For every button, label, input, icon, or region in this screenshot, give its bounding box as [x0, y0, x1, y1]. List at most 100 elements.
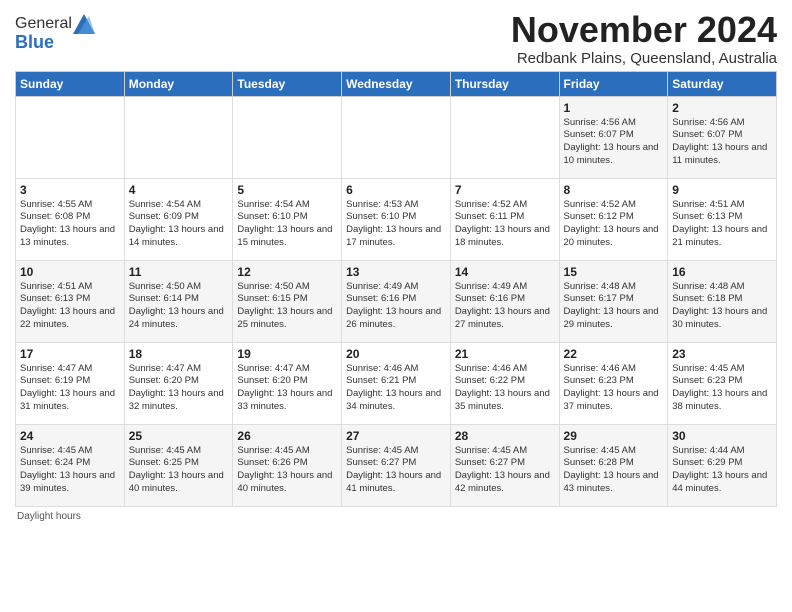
day-cell: 9 Sunrise: 4:51 AM Sunset: 6:13 PM Daylig… [668, 178, 777, 260]
day-cell: 26 Sunrise: 4:45 AM Sunset: 6:26 PM Dayli… [233, 424, 342, 506]
day-number: 6 [346, 183, 446, 197]
day-info: Sunrise: 4:51 AM Sunset: 6:13 PM Dayligh… [672, 199, 772, 250]
day-number: 11 [129, 265, 229, 279]
col-header-sunday: Sunday [16, 71, 125, 96]
col-header-friday: Friday [559, 71, 668, 96]
day-cell: 13 Sunrise: 4:49 AM Sunset: 6:16 PM Dayli… [342, 260, 451, 342]
day-cell [16, 96, 125, 178]
day-cell: 1 Sunrise: 4:56 AM Sunset: 6:07 PM Daylig… [559, 96, 668, 178]
day-cell: 12 Sunrise: 4:50 AM Sunset: 6:15 PM Dayli… [233, 260, 342, 342]
day-cell: 8Sunrise: 4:52 AM Sunset: 6:12 PM Daylig… [559, 178, 668, 260]
day-number: 30 [672, 429, 772, 443]
day-number: 20 [346, 347, 446, 361]
day-cell [342, 96, 451, 178]
day-cell: 30Sunrise: 4:44 AM Sunset: 6:29 PM Dayli… [668, 424, 777, 506]
week-row-5: 24 Sunrise: 4:45 AM Sunset: 6:24 PM Dayli… [16, 424, 777, 506]
day-info: Sunrise: 4:51 AM Sunset: 6:13 PM Dayligh… [20, 281, 120, 332]
day-info: Sunrise: 4:45 AM Sunset: 6:23 PM Dayligh… [672, 363, 772, 414]
page-container: General Blue November 2024 Redbank Plain… [0, 0, 792, 532]
logo-general-text: General [15, 15, 72, 33]
day-info: Sunrise: 4:56 AM Sunset: 6:07 PM Dayligh… [564, 117, 664, 168]
col-header-wednesday: Wednesday [342, 71, 451, 96]
day-number: 16 [672, 265, 772, 279]
day-number: 15 [564, 265, 664, 279]
day-number: 1 [564, 101, 664, 115]
header-row: SundayMondayTuesdayWednesdayThursdayFrid… [16, 71, 777, 96]
day-number: 3 [20, 183, 120, 197]
calendar-table: SundayMondayTuesdayWednesdayThursdayFrid… [15, 71, 777, 507]
day-number: 9 [672, 183, 772, 197]
day-number: 10 [20, 265, 120, 279]
logo-icon [73, 14, 95, 34]
day-cell: 5 Sunrise: 4:54 AM Sunset: 6:10 PM Daylig… [233, 178, 342, 260]
day-cell: 16 Sunrise: 4:48 AM Sunset: 6:18 PM Dayli… [668, 260, 777, 342]
day-info: Sunrise: 4:45 AM Sunset: 6:27 PM Dayligh… [455, 445, 555, 496]
day-cell: 4Sunrise: 4:54 AM Sunset: 6:09 PM Daylig… [124, 178, 233, 260]
day-cell: 3 Sunrise: 4:55 AM Sunset: 6:08 PM Daylig… [16, 178, 125, 260]
day-info: Sunrise: 4:47 AM Sunset: 6:20 PM Dayligh… [129, 363, 229, 414]
week-row-1: 1 Sunrise: 4:56 AM Sunset: 6:07 PM Daylig… [16, 96, 777, 178]
day-cell: 25Sunrise: 4:45 AM Sunset: 6:25 PM Dayli… [124, 424, 233, 506]
day-info: Sunrise: 4:45 AM Sunset: 6:24 PM Dayligh… [20, 445, 120, 496]
day-number: 12 [237, 265, 337, 279]
day-info: Sunrise: 4:56 AM Sunset: 6:07 PM Dayligh… [672, 117, 772, 168]
day-cell: 11 Sunrise: 4:50 AM Sunset: 6:14 PM Dayli… [124, 260, 233, 342]
day-number: 23 [672, 347, 772, 361]
footer-note: Daylight hours [15, 511, 777, 522]
day-number: 22 [564, 347, 664, 361]
day-number: 18 [129, 347, 229, 361]
day-cell: 6Sunrise: 4:53 AM Sunset: 6:10 PM Daylig… [342, 178, 451, 260]
day-number: 21 [455, 347, 555, 361]
day-number: 2 [672, 101, 772, 115]
day-number: 26 [237, 429, 337, 443]
day-number: 19 [237, 347, 337, 361]
day-cell: 21 Sunrise: 4:46 AM Sunset: 6:22 PM Dayli… [450, 342, 559, 424]
day-cell: 7Sunrise: 4:52 AM Sunset: 6:11 PM Daylig… [450, 178, 559, 260]
day-info: Sunrise: 4:54 AM Sunset: 6:10 PM Dayligh… [237, 199, 337, 250]
day-info: Sunrise: 4:49 AM Sunset: 6:16 PM Dayligh… [455, 281, 555, 332]
day-number: 13 [346, 265, 446, 279]
day-number: 14 [455, 265, 555, 279]
day-cell: 19Sunrise: 4:47 AM Sunset: 6:20 PM Dayli… [233, 342, 342, 424]
day-cell: 20 Sunrise: 4:46 AM Sunset: 6:21 PM Dayli… [342, 342, 451, 424]
col-header-tuesday: Tuesday [233, 71, 342, 96]
month-title: November 2024 [511, 10, 777, 50]
day-number: 5 [237, 183, 337, 197]
day-cell: 14 Sunrise: 4:49 AM Sunset: 6:16 PM Dayli… [450, 260, 559, 342]
day-number: 24 [20, 429, 120, 443]
day-cell [450, 96, 559, 178]
day-number: 25 [129, 429, 229, 443]
day-cell: 28Sunrise: 4:45 AM Sunset: 6:27 PM Dayli… [450, 424, 559, 506]
day-info: Sunrise: 4:49 AM Sunset: 6:16 PM Dayligh… [346, 281, 446, 332]
day-cell: 18 Sunrise: 4:47 AM Sunset: 6:20 PM Dayli… [124, 342, 233, 424]
day-cell: 24 Sunrise: 4:45 AM Sunset: 6:24 PM Dayli… [16, 424, 125, 506]
day-cell: 27Sunrise: 4:45 AM Sunset: 6:27 PM Dayli… [342, 424, 451, 506]
day-number: 27 [346, 429, 446, 443]
day-cell: 15 Sunrise: 4:48 AM Sunset: 6:17 PM Dayli… [559, 260, 668, 342]
day-cell [124, 96, 233, 178]
day-info: Sunrise: 4:48 AM Sunset: 6:18 PM Dayligh… [672, 281, 772, 332]
day-cell: 23 Sunrise: 4:45 AM Sunset: 6:23 PM Dayli… [668, 342, 777, 424]
col-header-monday: Monday [124, 71, 233, 96]
day-info: Sunrise: 4:46 AM Sunset: 6:23 PM Dayligh… [564, 363, 664, 414]
day-number: 17 [20, 347, 120, 361]
day-info: Sunrise: 4:54 AM Sunset: 6:09 PM Dayligh… [129, 199, 229, 250]
day-cell: 17Sunrise: 4:47 AM Sunset: 6:19 PM Dayli… [16, 342, 125, 424]
day-number: 7 [455, 183, 555, 197]
week-row-3: 10 Sunrise: 4:51 AM Sunset: 6:13 PM Dayli… [16, 260, 777, 342]
col-header-thursday: Thursday [450, 71, 559, 96]
header: General Blue November 2024 Redbank Plain… [15, 10, 777, 67]
day-info: Sunrise: 4:46 AM Sunset: 6:21 PM Dayligh… [346, 363, 446, 414]
title-block: November 2024 Redbank Plains, Queensland… [511, 10, 777, 67]
day-info: Sunrise: 4:55 AM Sunset: 6:08 PM Dayligh… [20, 199, 120, 250]
day-number: 8 [564, 183, 664, 197]
day-info: Sunrise: 4:50 AM Sunset: 6:15 PM Dayligh… [237, 281, 337, 332]
day-info: Sunrise: 4:45 AM Sunset: 6:26 PM Dayligh… [237, 445, 337, 496]
week-row-4: 17Sunrise: 4:47 AM Sunset: 6:19 PM Dayli… [16, 342, 777, 424]
day-info: Sunrise: 4:45 AM Sunset: 6:28 PM Dayligh… [564, 445, 664, 496]
logo: General Blue [15, 14, 95, 53]
day-number: 29 [564, 429, 664, 443]
day-info: Sunrise: 4:50 AM Sunset: 6:14 PM Dayligh… [129, 281, 229, 332]
day-info: Sunrise: 4:48 AM Sunset: 6:17 PM Dayligh… [564, 281, 664, 332]
day-info: Sunrise: 4:46 AM Sunset: 6:22 PM Dayligh… [455, 363, 555, 414]
